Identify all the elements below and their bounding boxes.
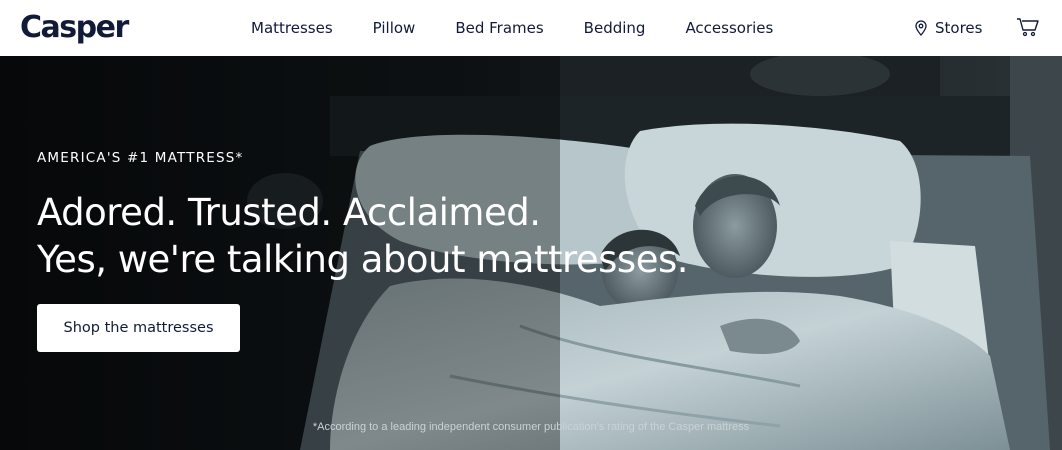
hero-headline-line-1: Adored. Trusted. Acclaimed.: [37, 191, 541, 234]
nav-link-accessories[interactable]: Accessories: [685, 19, 773, 37]
top-navigation: Casper Mattresses Pillow Bed Frames Bedd…: [0, 0, 1062, 56]
hero-eyebrow: AMERICA'S #1 MATTRESS*: [37, 150, 244, 166]
nav-link-bed-frames[interactable]: Bed Frames: [455, 19, 543, 37]
nav-link-pillow[interactable]: Pillow: [373, 19, 416, 37]
hero-footnote: *According to a leading independent cons…: [312, 421, 750, 433]
hero-banner: AMERICA'S #1 MATTRESS* Adored. Trusted. …: [0, 56, 1062, 450]
primary-nav: Mattresses Pillow Bed Frames Bedding Acc…: [251, 19, 813, 37]
shopping-cart-icon[interactable]: [1016, 16, 1040, 38]
casper-logo[interactable]: Casper: [20, 10, 129, 45]
nav-link-mattresses[interactable]: Mattresses: [251, 19, 333, 37]
hero-headline: Adored. Trusted. Acclaimed. Yes, we're t…: [37, 189, 689, 283]
shop-mattresses-button[interactable]: Shop the mattresses: [37, 304, 240, 352]
nav-link-bedding[interactable]: Bedding: [584, 19, 646, 37]
map-pin-icon: [915, 20, 927, 36]
hero-headline-line-2: Yes, we're talking about mattresses.: [37, 238, 689, 281]
stores-label: Stores: [935, 19, 983, 37]
stores-link[interactable]: Stores: [915, 19, 982, 37]
